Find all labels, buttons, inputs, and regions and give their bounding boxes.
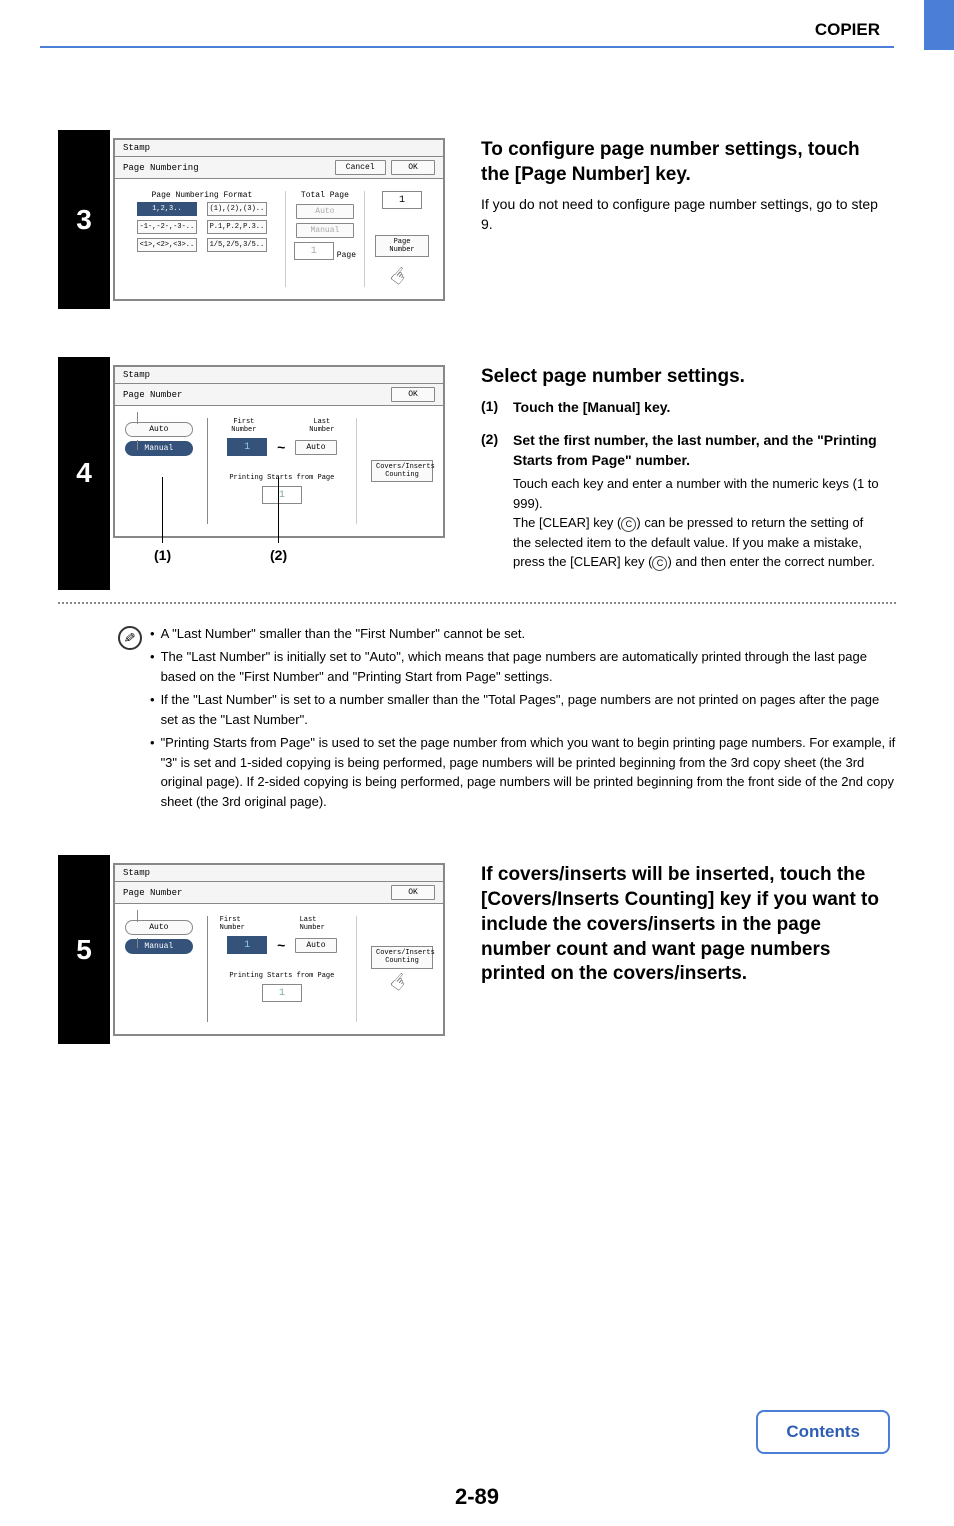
screen-page-numbering: Stamp Page Numbering Cancel OK Page Numb… [113,138,445,301]
screen-tab: Stamp [115,367,443,384]
covers-btn-line2: Counting [376,471,428,479]
ok-button[interactable]: OK [391,885,435,900]
substep-number: (2) [481,431,513,572]
step-number-5: 5 [58,855,110,1044]
step-number-3: 3 [58,130,110,309]
contents-button[interactable]: Contents [756,1410,890,1454]
printing-starts-label: Printing Starts from Page [229,972,334,980]
header-title: COPIER [815,20,880,40]
note-item: A "Last Number" smaller than the "First … [150,624,896,644]
step-heading: To configure page number settings, touch… [481,138,880,187]
substep-number: (1) [481,398,513,422]
total-page-label: Total Page [301,191,349,200]
manual-button[interactable]: Manual [125,441,193,456]
callout-line-2 [278,477,279,543]
covers-btn-line1: Covers/Inserts [376,463,428,471]
covers-inserts-button[interactable]: Covers/Inserts Counting [371,946,433,969]
first-number-label: First Number [220,916,268,932]
pointer-hand-icon [390,969,414,993]
page-number-value[interactable]: 1 [382,191,422,209]
last-number-label: Last Number [300,916,344,932]
step-number-4: 4 [58,357,110,590]
note-item: If the "Last Number" is set to a number … [150,690,896,729]
step-heading: If covers/inserts will be inserted, touc… [481,863,880,986]
format-option[interactable]: 1/5,2/5,3/5.. [207,238,267,252]
cancel-button[interactable]: Cancel [335,160,386,175]
ok-button[interactable]: OK [391,387,435,402]
printing-starts-value[interactable]: 1 [262,984,302,1002]
covers-btn-line2: Counting [376,957,428,965]
callout-2: (2) [270,547,287,563]
tilde-icon: ~ [277,937,285,953]
callout-1: (1) [154,547,171,563]
step-3-row: 3 Stamp Page Numbering Cancel OK Page Nu… [58,130,896,309]
substep-heading: Touch the [Manual] key. [513,398,880,418]
header-rule [40,46,894,48]
first-number-value[interactable]: 1 [227,438,267,456]
step-5-row: 5 Stamp Page Number OK Auto Manual [58,855,896,1044]
note-icon [118,626,142,650]
pointer-hand-icon [390,263,414,287]
format-option[interactable]: 1,2,3.. [137,202,197,216]
substep-body: Touch each key and enter a number with t… [513,474,880,513]
format-label: Page Numbering Format [125,191,279,200]
header-accent-strip [924,0,954,50]
covers-btn-line1: Covers/Inserts [376,949,428,957]
first-number-label: First Number [220,418,268,434]
page-value[interactable]: 1 [294,242,334,260]
clear-key-icon: C [652,556,667,571]
connector-line [137,938,138,948]
step-4-row: 4 Stamp Page Number OK Auto Manual [58,357,896,590]
screen-page-number: Stamp Page Number OK Auto Manual First N… [113,863,445,1036]
connector-line [137,412,138,424]
screen-title: Page Number [123,888,182,898]
page-unit-label: Page [337,251,356,260]
dotted-separator [58,602,896,604]
auto-button[interactable]: Auto [125,422,193,437]
screen-title: Page Numbering [123,163,199,173]
connector-line [137,440,138,450]
clear-key-icon: C [621,517,636,532]
printing-starts-value[interactable]: 1 [262,486,302,504]
format-option[interactable]: <1>,<2>,<3>.. [137,238,197,252]
printing-starts-label: Printing Starts from Page [229,474,334,482]
format-option[interactable]: (1),(2),(3).. [207,202,267,216]
auto-button[interactable]: Auto [125,920,193,935]
substep-body: The [CLEAR] key (C) can be pressed to re… [513,513,880,572]
last-number-value[interactable]: Auto [295,440,336,455]
screen-title: Page Number [123,390,182,400]
ok-button[interactable]: OK [391,160,435,175]
manual-button[interactable]: Manual [125,939,193,954]
notes-section: A "Last Number" smaller than the "First … [58,616,896,832]
note-item: "Printing Starts from Page" is used to s… [150,733,896,811]
format-option[interactable]: P.1,P.2,P.3.. [207,220,267,234]
last-number-value[interactable]: Auto [295,938,336,953]
first-number-value[interactable]: 1 [227,936,267,954]
screen-tab: Stamp [115,865,443,882]
last-number-label: Last Number [300,418,344,434]
screen-tab: Stamp [115,140,443,157]
step-heading: Select page number settings. [481,365,880,390]
substep-heading: Set the first number, the last number, a… [513,431,880,470]
connector-line [137,910,138,922]
tilde-icon: ~ [277,439,285,455]
covers-inserts-button[interactable]: Covers/Inserts Counting [371,460,433,483]
callout-line-1 [162,477,163,543]
auto-button[interactable]: Auto [296,204,354,219]
page-number: 2-89 [0,1484,954,1510]
manual-button[interactable]: Manual [296,223,354,238]
format-option[interactable]: -1-,-2-,-3-.. [137,220,197,234]
step-body: If you do not need to configure page num… [481,195,880,234]
note-item: The "Last Number" is initially set to "A… [150,647,896,686]
page-number-button[interactable]: Page Number [375,235,429,257]
